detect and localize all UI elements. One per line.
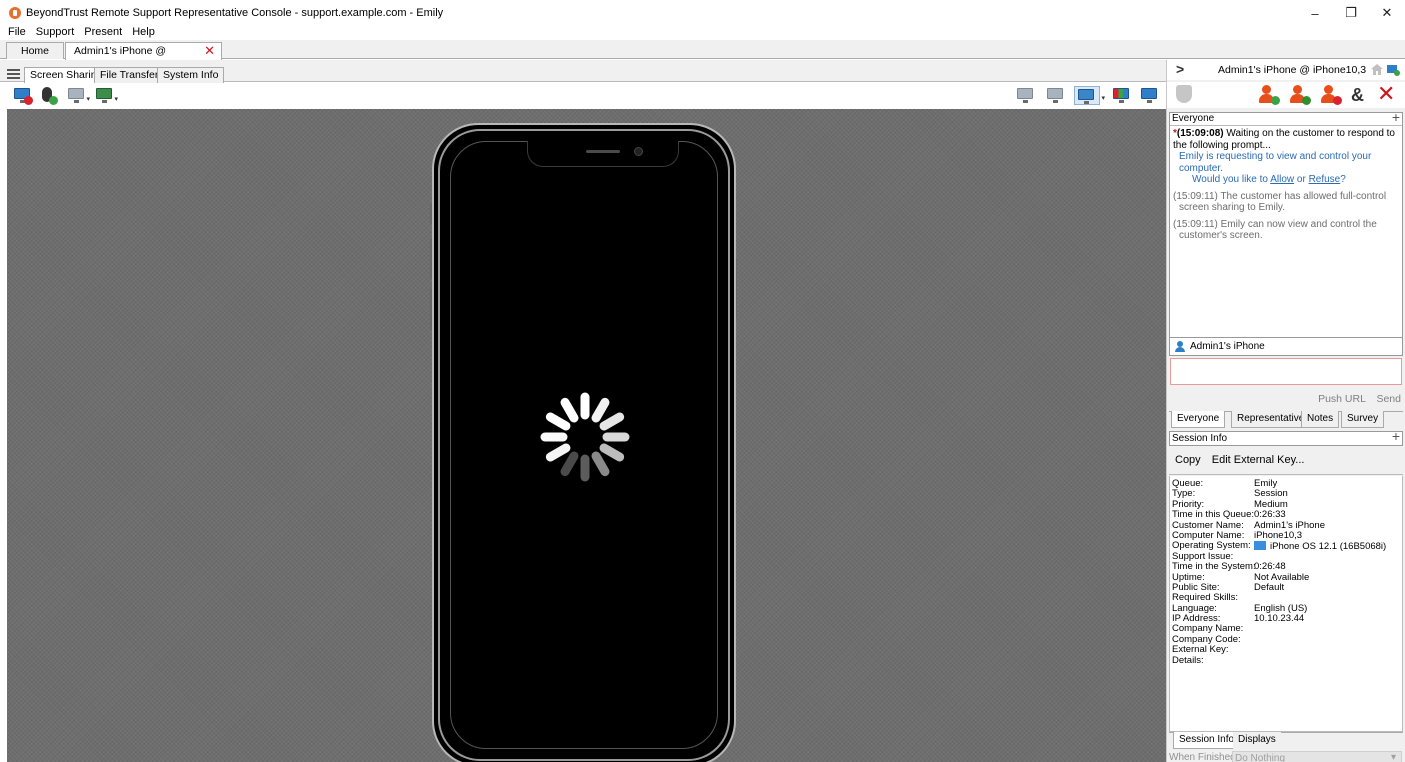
chat-input[interactable] bbox=[1170, 358, 1402, 385]
chat-message: (15:09:11) Emily can now view and contro… bbox=[1173, 218, 1377, 242]
beyondtrust-logo-icon bbox=[9, 7, 21, 19]
session-info-row: Time in the System: 0:26:48 bbox=[1172, 561, 1400, 573]
tab-system-info[interactable]: System Info bbox=[157, 67, 225, 83]
session-info-title: Session Info bbox=[1172, 433, 1228, 444]
session-info-key: Time in the System: bbox=[1172, 561, 1256, 573]
tab-session[interactable]: Admin1's iPhone @ iPhone10,3 ✕ bbox=[65, 42, 222, 73]
screenshot-icon[interactable] bbox=[1016, 86, 1036, 105]
session-info-value: 0:26:33 bbox=[1254, 509, 1286, 521]
tab-displays[interactable]: Displays bbox=[1233, 732, 1281, 749]
session-info-tabs: Session Info Displays bbox=[1169, 732, 1403, 749]
session-info-row: Details: bbox=[1172, 654, 1400, 666]
session-info-key: Details: bbox=[1172, 654, 1204, 666]
tool-tabs: Screen Sharing File Transfer System Info bbox=[0, 60, 1166, 83]
expand-chat-icon[interactable]: + bbox=[1392, 110, 1400, 124]
fullscreen-icon[interactable] bbox=[1140, 86, 1160, 105]
phone-notch bbox=[527, 141, 679, 167]
allow-link[interactable]: Allow bbox=[1270, 174, 1294, 185]
panel-session-title: Admin1's iPhone @ iPhone10,3 bbox=[1218, 64, 1367, 76]
tab-survey[interactable]: Survey bbox=[1341, 411, 1385, 428]
os-icon bbox=[1254, 541, 1266, 551]
window-controls: – ❐ ✕ bbox=[1297, 0, 1405, 26]
tab-notes[interactable]: Notes bbox=[1301, 411, 1340, 428]
panel-header: > Admin1's iPhone @ iPhone10,3 bbox=[1167, 60, 1405, 80]
share-session-icon[interactable] bbox=[1320, 85, 1342, 105]
shield-icon[interactable] bbox=[1176, 85, 1192, 103]
monitor-icon[interactable]: ▾ bbox=[67, 86, 90, 105]
when-finished-select[interactable]: Do Nothing bbox=[1232, 751, 1402, 762]
invite-rep-icon[interactable] bbox=[1258, 85, 1280, 105]
chat-tabs: Everyone Representatives Notes Survey bbox=[1169, 411, 1403, 429]
edit-external-key-button[interactable]: Edit External Key... bbox=[1212, 454, 1305, 466]
tab-everyone[interactable]: Everyone bbox=[1171, 411, 1226, 428]
menu-file[interactable]: File bbox=[0, 25, 31, 40]
window-title: BeyondTrust Remote Support Representativ… bbox=[26, 7, 444, 19]
tab-home[interactable]: Home bbox=[6, 42, 64, 59]
session-info-key: Time in this Queue: bbox=[1172, 509, 1255, 521]
chat-message: (15:09:11) The customer has allowed full… bbox=[1173, 190, 1387, 214]
stop-screen-sharing-icon[interactable] bbox=[13, 86, 33, 105]
session-info-value: 10.10.23.44 bbox=[1254, 613, 1305, 625]
display-icon[interactable]: ▾ bbox=[95, 86, 118, 105]
home-icon[interactable] bbox=[1371, 64, 1383, 75]
loading-spinner-icon bbox=[540, 392, 630, 482]
minimize-button[interactable]: – bbox=[1297, 0, 1333, 26]
chat-messages: *(15:09:08) Waiting on the customer to r… bbox=[1170, 126, 1402, 244]
menu-present[interactable]: Present bbox=[79, 25, 127, 40]
session-info-value: iPhone OS 12.1 (16B5068i) bbox=[1254, 541, 1387, 553]
chat-message: *(15:09:08) Waiting on the customer to r… bbox=[1173, 128, 1395, 151]
chat-recipient[interactable]: Admin1's iPhone bbox=[1169, 338, 1403, 356]
camera-icon bbox=[634, 147, 643, 156]
session-info-value-text: iPhone OS 12.1 (16B5068i) bbox=[1270, 541, 1387, 553]
hamburger-menu-icon[interactable] bbox=[7, 69, 20, 79]
mouse-control-icon[interactable] bbox=[38, 86, 58, 105]
send-button[interactable]: Send bbox=[1376, 393, 1401, 405]
session-info-actions: Copy Edit External Key... bbox=[1169, 447, 1403, 475]
copy-button[interactable]: Copy bbox=[1175, 454, 1201, 466]
session-info-header: Session Info + bbox=[1169, 429, 1403, 446]
session-info-value: Default bbox=[1254, 581, 1285, 593]
color-quality-icon[interactable] bbox=[1112, 86, 1132, 105]
chat-recipient-label: Admin1's iPhone bbox=[1190, 341, 1265, 352]
screen-sharing-toolbar: ▾ ▾ ▾ bbox=[0, 83, 1166, 109]
scaling-icon[interactable]: ▾ bbox=[1074, 86, 1105, 105]
collapse-panel-icon[interactable]: > bbox=[1176, 61, 1184, 77]
session-actions-bar: & ✕ bbox=[1167, 82, 1405, 108]
chat-prompt-question: Would you like to Allow or Refuse? bbox=[1192, 174, 1346, 185]
close-session-icon[interactable]: ✕ bbox=[204, 44, 215, 58]
chat-actions: Push URL Send bbox=[1310, 393, 1401, 405]
chat-panel: Everyone + *(15:09:08) Waiting on the cu… bbox=[1169, 110, 1403, 338]
when-finished: When Finished Do Nothing bbox=[1169, 751, 1403, 762]
when-finished-label: When Finished bbox=[1169, 752, 1236, 762]
link-icon[interactable]: & bbox=[1351, 85, 1364, 106]
transfer-session-icon[interactable] bbox=[1387, 63, 1400, 76]
session-info-row: External Key: bbox=[1172, 644, 1400, 655]
title-bar: BeyondTrust Remote Support Representativ… bbox=[0, 0, 1405, 26]
restore-button[interactable]: ❐ bbox=[1333, 0, 1369, 26]
chat-prompt-line: Emily is requesting to view and control … bbox=[1179, 151, 1372, 174]
menu-bar: File Support Present Help bbox=[0, 25, 160, 40]
session-info-list: Queue: Emily Type: Session Priority: Medium Ti… bbox=[1169, 476, 1403, 732]
multi-monitor-icon[interactable] bbox=[1046, 86, 1066, 105]
user-icon bbox=[1175, 341, 1185, 352]
tab-session-info[interactable]: Session Info bbox=[1173, 732, 1241, 749]
chat-header: Everyone + bbox=[1170, 110, 1402, 126]
session-info-value: iPhone10,3 bbox=[1254, 529, 1303, 541]
expand-session-info-icon[interactable]: + bbox=[1392, 429, 1400, 443]
menu-help[interactable]: Help bbox=[127, 25, 160, 40]
tab-file-transfer[interactable]: File Transfer bbox=[94, 67, 165, 83]
session-side-panel: > Admin1's iPhone @ iPhone10,3 & ✕ Every… bbox=[1166, 60, 1405, 762]
close-window-button[interactable]: ✕ bbox=[1369, 0, 1405, 26]
end-session-icon[interactable]: ✕ bbox=[1377, 82, 1395, 106]
menu-support[interactable]: Support bbox=[31, 25, 80, 40]
transfer-rep-icon[interactable] bbox=[1289, 85, 1311, 105]
chat-header-label: Everyone bbox=[1172, 113, 1215, 124]
push-url-button[interactable]: Push URL bbox=[1318, 393, 1365, 405]
session-info-row: Time in this Queue: 0:26:33 bbox=[1172, 509, 1400, 521]
session-tabs: Home Admin1's iPhone @ iPhone10,3 ✕ bbox=[0, 40, 1405, 73]
refuse-link[interactable]: Refuse bbox=[1309, 174, 1341, 185]
remote-screen[interactable] bbox=[7, 109, 1166, 762]
session-info-value: 0:26:48 bbox=[1254, 561, 1286, 573]
